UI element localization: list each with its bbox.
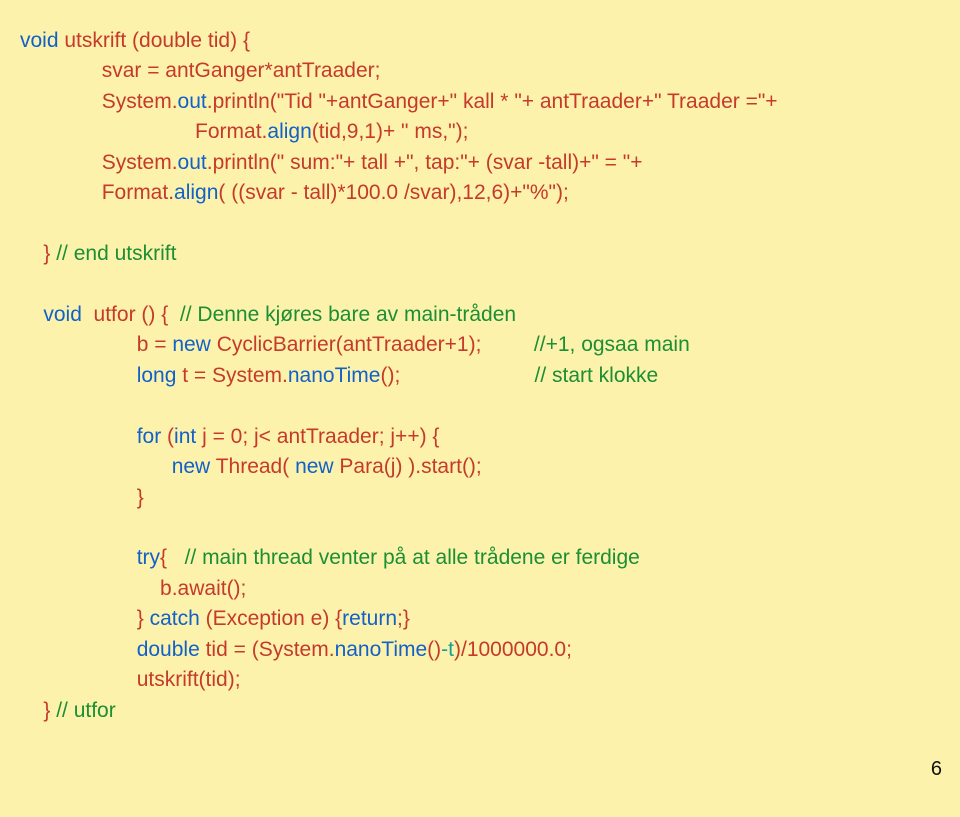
code-line: } catch (Exception e) {return;}: [20, 604, 940, 634]
code-line: svar = antGanger*antTraader;: [20, 56, 940, 86]
code-line: } // end utskrift: [20, 239, 940, 269]
page-number: 6: [931, 758, 942, 781]
code-token: out: [178, 151, 207, 174]
code-line: b = new CyclicBarrier(antTraader+1); //+…: [20, 330, 940, 360]
code-token: utskrift(tid);: [137, 668, 241, 691]
code-token: -t: [441, 638, 454, 661]
code-line: [20, 270, 940, 300]
code-token: ();: [380, 364, 534, 387]
code-token: void: [43, 303, 82, 326]
code-line: try{ // main thread venter på at alle tr…: [20, 543, 940, 573]
code-token: Format.: [102, 181, 174, 204]
code-line: Format.align( ((svar - tall)*100.0 /svar…: [20, 178, 940, 208]
code-token: b.await();: [160, 577, 246, 600]
code-line: for (int j = 0; j< antTraader; j++) {: [20, 422, 940, 452]
code-token: Thread(: [210, 455, 295, 478]
code-token: tid = (System.: [200, 638, 335, 661]
code-token: j = 0; j< antTraader; j++) {: [196, 425, 439, 448]
code-token: .println("Tid "+antGanger+" kall * "+ an…: [207, 90, 778, 113]
code-token: new: [172, 455, 211, 478]
code-token: b =: [137, 333, 173, 356]
code-line: long t = System.nanoTime(); // start klo…: [20, 361, 940, 391]
code-token: System.: [102, 90, 178, 113]
code-token: out: [178, 90, 207, 113]
code-token: .println(" sum:"+ tall +", tap:"+ (svar …: [207, 151, 643, 174]
code-token: align: [174, 181, 218, 204]
code-token: ( ((svar - tall)*100.0 /svar),12,6)+"%")…: [218, 181, 568, 204]
code-token: }: [43, 242, 56, 265]
code-block: void utskrift (double tid) { svar = antG…: [20, 26, 940, 726]
code-line: double tid = (System.nanoTime()-t)/10000…: [20, 635, 940, 665]
code-token: }: [137, 486, 144, 509]
code-token: // main thread venter på at alle trådene…: [185, 546, 640, 569]
code-token: void: [20, 29, 59, 52]
code-token: // Denne kjøres bare av main-tråden: [180, 303, 516, 326]
code-token: utskrift (double tid) {: [59, 29, 250, 52]
code-token: {: [160, 546, 185, 569]
code-token: (tid,9,1)+ " ms,");: [312, 120, 469, 143]
code-line: }: [20, 483, 940, 513]
code-line: utskrift(tid);: [20, 665, 940, 695]
code-page: void utskrift (double tid) { svar = antG…: [0, 0, 960, 791]
code-token: svar = antGanger*antTraader;: [102, 59, 381, 82]
code-token: (Exception e) {: [200, 607, 342, 630]
code-token: // end utskrift: [56, 242, 176, 265]
code-token: return: [342, 607, 397, 630]
code-token: try: [137, 546, 160, 569]
code-token: [20, 394, 26, 417]
code-token: double: [137, 638, 200, 661]
code-token: t = System.: [176, 364, 287, 387]
code-line: b.await();: [20, 574, 940, 604]
code-token: )/1000000.0;: [454, 638, 572, 661]
code-line: [20, 513, 940, 543]
code-token: long: [137, 364, 177, 387]
code-token: Para(j) ).start();: [334, 455, 482, 478]
code-token: align: [267, 120, 311, 143]
code-token: (): [427, 638, 441, 661]
code-line: [20, 391, 940, 421]
code-token: [20, 212, 26, 235]
code-line: new Thread( new Para(j) ).start();: [20, 452, 940, 482]
code-line: } // utfor: [20, 696, 940, 726]
code-token: [20, 273, 26, 296]
code-token: for: [137, 425, 162, 448]
code-token: ;}: [397, 607, 410, 630]
code-token: (: [161, 425, 174, 448]
code-token: // utfor: [56, 699, 116, 722]
code-token: nanoTime: [288, 364, 381, 387]
code-token: // start klokke: [534, 364, 658, 387]
code-line: Format.align(tid,9,1)+ " ms,");: [20, 117, 940, 147]
code-token: utfor () {: [82, 303, 180, 326]
code-token: int: [174, 425, 196, 448]
code-token: //+1, ogsaa main: [534, 333, 690, 356]
code-token: nanoTime: [335, 638, 428, 661]
code-token: catch: [150, 607, 200, 630]
code-line: [20, 209, 940, 239]
code-token: new: [295, 455, 334, 478]
code-line: System.out.println("Tid "+antGanger+" ka…: [20, 87, 940, 117]
code-token: [20, 516, 26, 539]
code-token: Format.: [195, 120, 267, 143]
code-token: }: [43, 699, 56, 722]
code-token: new: [172, 333, 211, 356]
code-line: System.out.println(" sum:"+ tall +", tap…: [20, 148, 940, 178]
code-token: }: [137, 607, 150, 630]
code-line: void utskrift (double tid) {: [20, 26, 940, 56]
code-token: System.: [102, 151, 178, 174]
code-line: void utfor () { // Denne kjøres bare av …: [20, 300, 940, 330]
code-token: CyclicBarrier(antTraader+1);: [211, 333, 534, 356]
